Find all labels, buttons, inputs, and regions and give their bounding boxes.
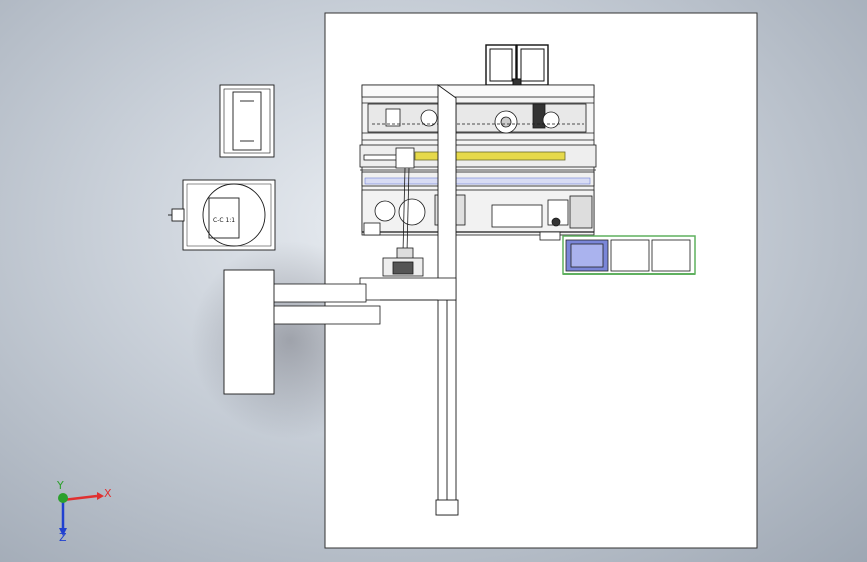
main-frame-assembly [359, 84, 597, 241]
top-motor-boxes [485, 44, 549, 87]
x-axis-label: X [104, 487, 112, 500]
drawing-canvas[interactable]: C-C 1:1 X Z Y [0, 0, 867, 562]
side-view-top [219, 84, 275, 158]
side-view-section: C-C 1:1 [168, 179, 276, 251]
y-axis-label: Y [56, 479, 64, 492]
reference-triad: X Z Y [56, 479, 112, 544]
z-axis-label: Z [59, 531, 67, 544]
side-view-bottom [223, 269, 275, 395]
section-view-label: C-C 1:1 [213, 217, 235, 224]
right-conveyor [562, 235, 696, 275]
graphics-viewport[interactable]: C-C 1:1 X Z Y [0, 0, 867, 562]
